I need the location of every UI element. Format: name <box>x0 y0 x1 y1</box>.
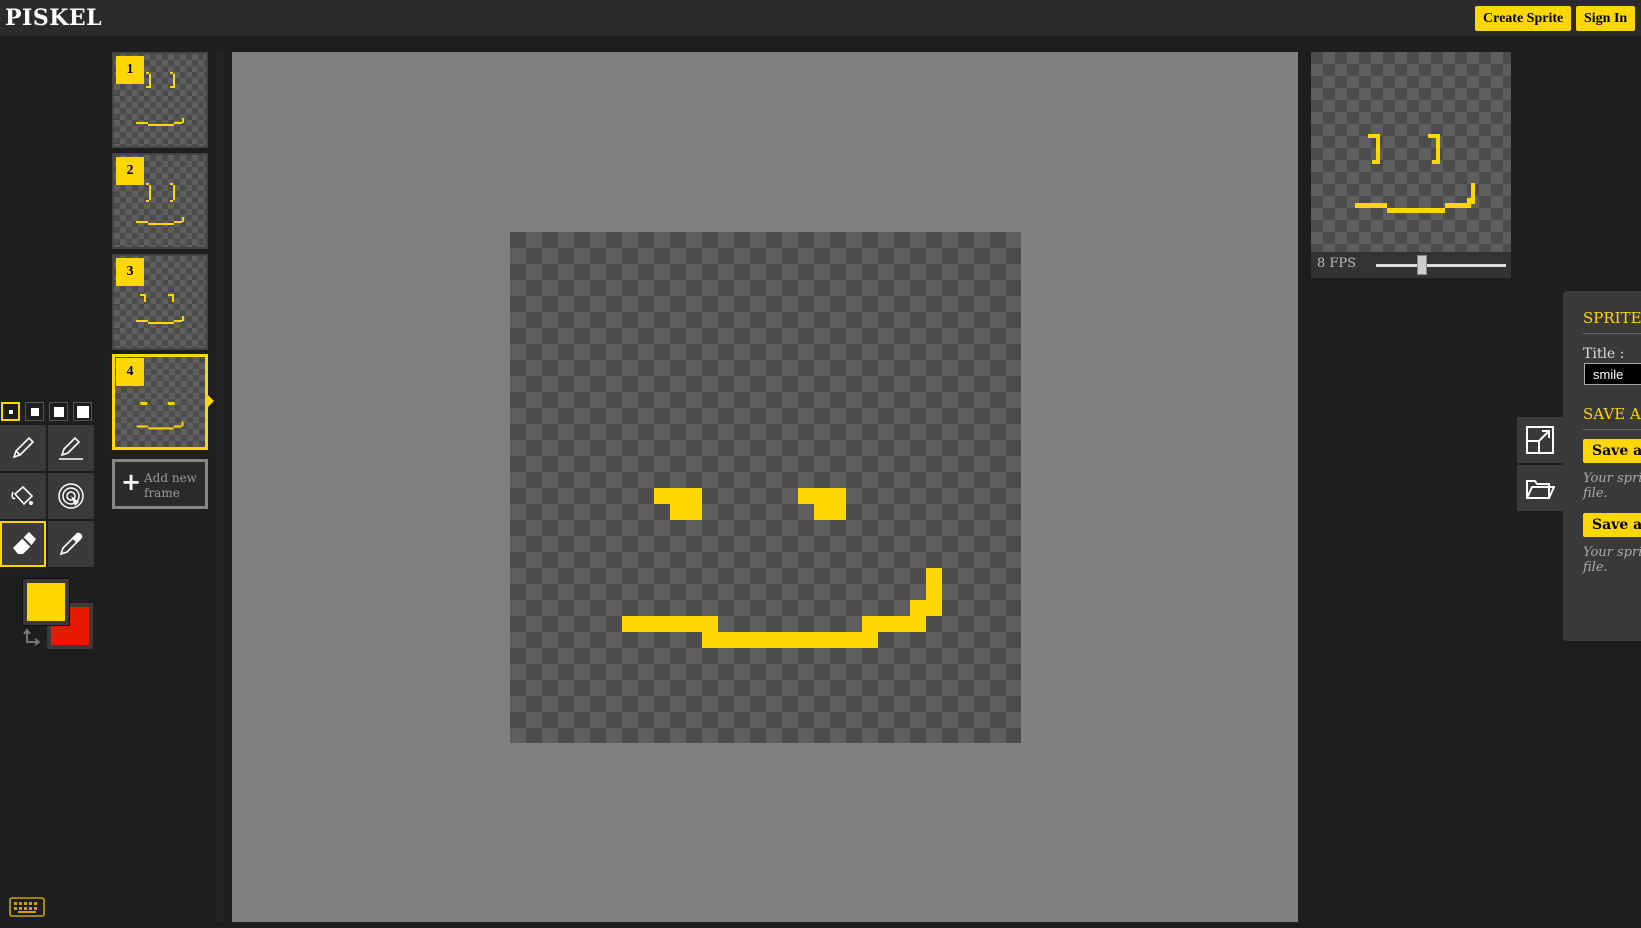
save-as-button[interactable]: Save as <box>1583 513 1641 537</box>
save-description: file. <box>1583 486 1608 501</box>
frame-number: 3 <box>116 258 144 286</box>
save-as-heading: SAVE AS <box>1583 405 1641 423</box>
pen-icon <box>12 436 35 459</box>
vertical-mirror-pen-icon <box>59 436 83 460</box>
add-new-frame-button[interactable]: + Add new frame <box>112 459 208 509</box>
color-picker-tool[interactable] <box>48 521 94 567</box>
eraser-icon <box>13 532 36 554</box>
plus-icon: + <box>121 468 142 496</box>
fps-slider-track[interactable] <box>1376 264 1506 267</box>
divider <box>1583 333 1641 334</box>
swap-colors-icon[interactable] <box>22 628 42 648</box>
pen-size-4[interactable] <box>73 402 92 421</box>
save-settings-panel: SPRITE Title : SAVE AS Save as Your spri… <box>1563 291 1641 641</box>
pen-tool[interactable] <box>0 425 46 471</box>
create-sprite-button[interactable]: Create Sprite <box>1475 6 1572 31</box>
canvas-area[interactable] <box>232 52 1298 922</box>
app-header: PISKEL Create Sprite Sign In <box>0 0 1641 36</box>
resize-icon <box>1526 426 1554 454</box>
paint-bucket-icon <box>11 485 34 506</box>
paint-all-same-color-icon <box>58 483 84 509</box>
frames-scrollbar[interactable] <box>216 52 224 922</box>
frame-thumbnail-selected[interactable]: 4 <box>112 354 208 450</box>
title-label: Title : <box>1583 346 1625 362</box>
save-as-button[interactable]: Save as <box>1583 439 1641 463</box>
frame-thumbnail[interactable]: 2 <box>112 153 208 249</box>
divider <box>1583 429 1641 430</box>
save-description: file. <box>1583 560 1608 575</box>
frame-number: 1 <box>116 56 144 84</box>
fps-label: 8 FPS <box>1317 256 1357 271</box>
fps-slider-thumb[interactable] <box>1417 255 1427 275</box>
preview-sprite <box>1355 134 1475 213</box>
selected-frame-indicator <box>207 394 214 408</box>
piskel-logo[interactable]: PISKEL <box>5 5 102 31</box>
paint-all-same-color-tool[interactable] <box>48 473 94 519</box>
pen-size-1[interactable] <box>1 402 20 421</box>
frame-thumbnail[interactable]: 1 <box>112 52 208 148</box>
frame-thumbnail[interactable]: 3 <box>112 254 208 350</box>
add-frame-label: Add new frame <box>144 471 197 500</box>
keyboard-shortcuts-icon[interactable] <box>9 897 45 917</box>
save-description: Your sprite <box>1583 545 1641 560</box>
frame-number: 2 <box>116 157 144 185</box>
drawing-canvas[interactable] <box>510 232 1021 743</box>
animation-preview <box>1311 52 1511 252</box>
pen-size-3[interactable] <box>49 402 68 421</box>
folder-open-icon <box>1526 480 1555 499</box>
color-picker-icon <box>59 532 83 556</box>
title-input[interactable] <box>1584 363 1641 385</box>
primary-color-swatch[interactable] <box>23 579 69 625</box>
vertical-mirror-pen-tool[interactable] <box>48 425 94 471</box>
resize-settings-button[interactable] <box>1517 417 1563 463</box>
save-settings-button[interactable] <box>1517 465 1563 511</box>
save-description: Your sprite <box>1583 471 1641 486</box>
eraser-tool[interactable] <box>0 521 46 567</box>
sign-in-button[interactable]: Sign In <box>1576 6 1636 31</box>
fps-control: 8 FPS <box>1311 252 1511 278</box>
pen-size-2[interactable] <box>25 402 44 421</box>
sprite-drawing <box>622 488 942 648</box>
paint-bucket-tool[interactable] <box>0 473 46 519</box>
sprite-heading: SPRITE <box>1583 309 1641 327</box>
frame-number: 4 <box>116 358 144 386</box>
